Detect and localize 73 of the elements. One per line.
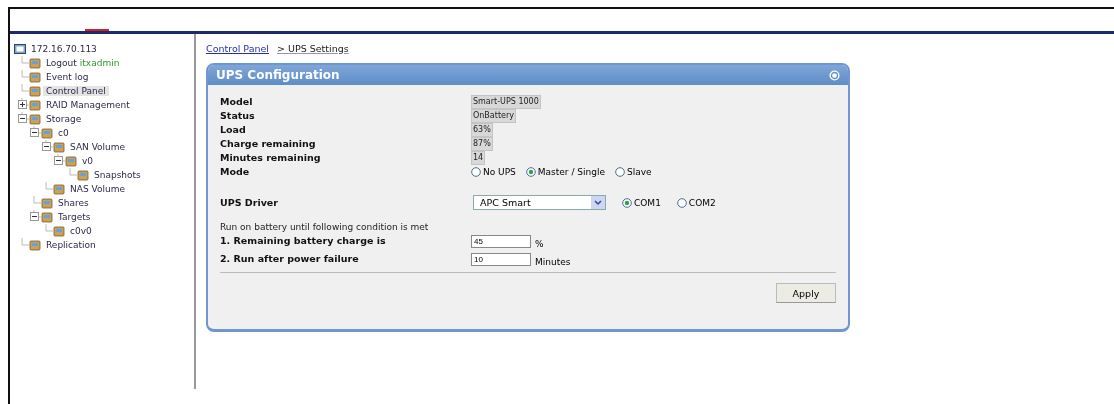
input-field[interactable]: 45 bbox=[471, 234, 531, 248]
collapse-icon[interactable] bbox=[42, 142, 51, 151]
unit-label: % bbox=[535, 239, 544, 249]
tree-node-icon bbox=[65, 155, 77, 167]
tree-item[interactable]: c0 bbox=[55, 128, 72, 138]
field-label: 2. Run after power failure bbox=[220, 252, 360, 266]
tree-item[interactable]: NAS Volume bbox=[67, 184, 128, 194]
tree-item[interactable]: Event log bbox=[43, 72, 92, 82]
server-icon bbox=[14, 43, 26, 55]
tree-item[interactable]: Logout itxadmin bbox=[43, 58, 123, 68]
tree-node-icon bbox=[41, 197, 53, 209]
radio-button[interactable] bbox=[471, 167, 481, 177]
tree-node-icon bbox=[53, 183, 65, 195]
field-label: Status bbox=[220, 109, 256, 123]
expand-icon[interactable] bbox=[18, 100, 27, 109]
tree-node-icon bbox=[77, 169, 89, 181]
radio-label: Master / Single bbox=[537, 167, 605, 177]
input-field[interactable]: 10 bbox=[471, 252, 531, 266]
radio-label: COM2 bbox=[688, 197, 716, 208]
panel-title: UPS Configuration bbox=[216, 68, 340, 82]
radio-label: Slave bbox=[627, 167, 652, 177]
tree-node-icon bbox=[29, 85, 41, 97]
field-value: 63% bbox=[471, 123, 493, 137]
apply-button[interactable]: Apply bbox=[776, 283, 836, 303]
field-value: OnBattery bbox=[471, 109, 516, 123]
tree-node-icon bbox=[29, 239, 41, 251]
tree-item[interactable]: c0v0 bbox=[67, 226, 95, 236]
breadcrumb-link[interactable]: Control Panel bbox=[206, 42, 269, 54]
breadcrumb-current: > UPS Settings bbox=[277, 42, 349, 54]
tree-node-icon bbox=[29, 71, 41, 83]
condition-note: Run on battery until following condition is met bbox=[220, 222, 430, 232]
collapse-icon[interactable] bbox=[54, 156, 63, 165]
field-label: Mode bbox=[220, 165, 251, 179]
radio-button[interactable] bbox=[622, 197, 632, 208]
tree-item[interactable]: v0 bbox=[79, 156, 97, 166]
tree-item[interactable]: Targets bbox=[55, 212, 94, 222]
tree-node-icon bbox=[41, 211, 53, 223]
tree-node-icon bbox=[29, 113, 41, 125]
help-icon[interactable] bbox=[829, 69, 840, 81]
tree-node-icon bbox=[29, 57, 41, 69]
tree-item[interactable]: Storage bbox=[43, 114, 85, 124]
field-value: 14 bbox=[471, 151, 486, 165]
tree-item[interactable]: Shares bbox=[55, 198, 92, 208]
user-name: itxadmin bbox=[79, 58, 120, 68]
tree-item[interactable]: Snapshots bbox=[91, 170, 144, 180]
tree-item[interactable]: RAID Management bbox=[43, 100, 133, 110]
field-label: 1. Remaining battery charge is bbox=[220, 234, 387, 248]
tree-node-icon bbox=[53, 141, 65, 153]
tree-node-icon bbox=[29, 99, 41, 111]
field-value: 87% bbox=[471, 137, 493, 151]
dropdown-icon bbox=[591, 196, 605, 209]
tree-node-icon bbox=[53, 225, 65, 237]
tree-item[interactable]: Replication bbox=[43, 240, 99, 250]
field-label: Charge remaining bbox=[220, 137, 317, 151]
field-label: UPS Driver bbox=[220, 195, 279, 210]
field-value: Smart-UPS 1000 bbox=[471, 95, 541, 109]
tree-item[interactable]: Control Panel bbox=[43, 86, 109, 96]
radio-button[interactable] bbox=[676, 197, 687, 208]
field-label: Model bbox=[220, 95, 254, 109]
field-label: Minutes remaining bbox=[220, 151, 322, 165]
radio-label: COM1 bbox=[634, 197, 661, 208]
unit-label: Minutes bbox=[535, 257, 571, 267]
host-address[interactable]: 172.16.70.113 bbox=[28, 44, 100, 54]
tree-item[interactable]: SAN Volume bbox=[67, 142, 129, 152]
radio-button[interactable] bbox=[615, 167, 625, 177]
tree-node-icon bbox=[41, 127, 53, 139]
collapse-icon[interactable] bbox=[30, 212, 39, 221]
radio-button[interactable] bbox=[525, 167, 536, 177]
radio-label: No UPS bbox=[483, 167, 516, 177]
collapse-icon[interactable] bbox=[18, 114, 27, 123]
field-label: Load bbox=[220, 123, 247, 137]
collapse-icon[interactable] bbox=[30, 128, 39, 137]
driver-select[interactable]: APC Smart bbox=[473, 195, 606, 210]
